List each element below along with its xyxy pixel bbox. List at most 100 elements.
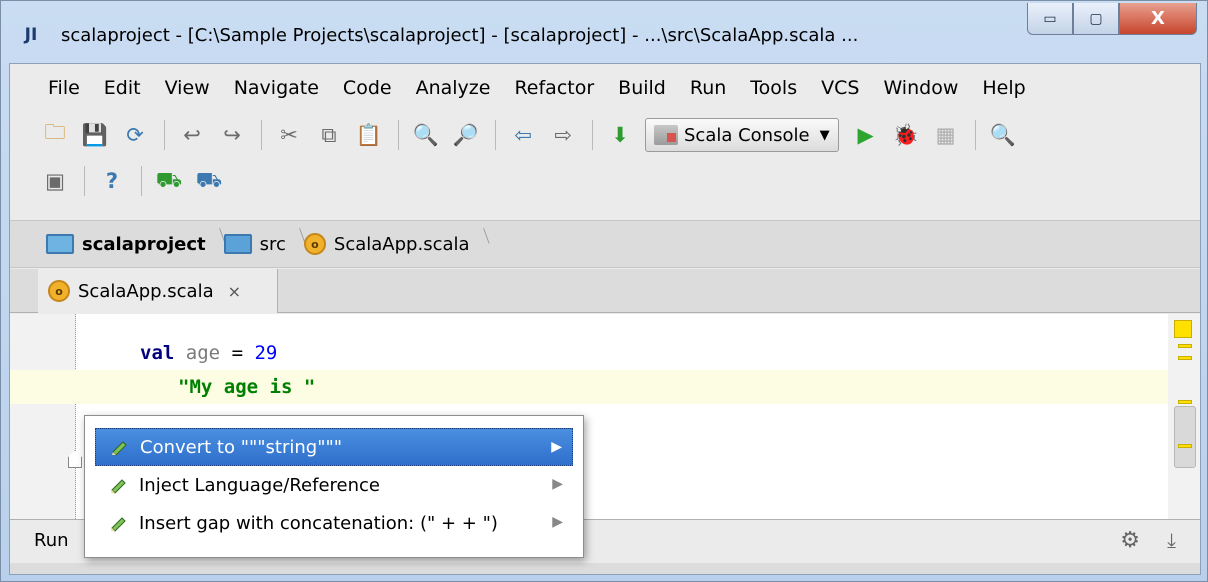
search-everywhere-icon[interactable]: 🔍	[988, 120, 1018, 150]
menu-view[interactable]: View	[165, 77, 210, 99]
close-button[interactable]: X	[1119, 3, 1197, 35]
intention-insert-gap[interactable]: Insert gap with concatenation: (" + + ")…	[95, 504, 573, 542]
menu-help[interactable]: Help	[982, 77, 1025, 99]
debug-icon[interactable]: 🐞	[891, 120, 921, 150]
run-configuration-dropdown[interactable]: Scala Console ▼	[645, 118, 839, 152]
menu-window[interactable]: Window	[883, 77, 958, 99]
tab-scalaapp[interactable]: o ScalaApp.scala ×	[38, 269, 278, 313]
breadcrumb-project[interactable]: scalaproject	[46, 220, 224, 268]
menu-edit[interactable]: Edit	[104, 77, 141, 99]
scala-object-icon: o	[48, 280, 70, 302]
scala-console-icon	[654, 125, 678, 145]
chevron-down-icon: ▼	[819, 127, 830, 143]
maximize-button[interactable]: ▢	[1073, 3, 1119, 35]
status-bar	[10, 563, 1200, 574]
toolbar-separator	[495, 120, 496, 150]
help-icon[interactable]: ?	[97, 166, 127, 196]
editor-gutter[interactable]	[10, 314, 76, 519]
back-icon[interactable]: ⇦	[508, 120, 538, 150]
scala-object-icon: o	[303, 233, 326, 255]
warning-mark[interactable]	[1178, 400, 1192, 404]
breadcrumb-file-label: ScalaApp.scala	[333, 233, 470, 255]
menu-bar: File Edit View Navigate Code Analyze Ref…	[10, 64, 1200, 112]
scrollbar-thumb[interactable]	[1174, 406, 1196, 468]
run-tool-window-tab[interactable]: Run	[34, 530, 69, 551]
cut-icon[interactable]: ✂	[274, 120, 304, 150]
copy-icon[interactable]: ⧉	[314, 120, 344, 150]
hide-panel-icon[interactable]: ⤓	[1167, 528, 1176, 552]
intention-bulb-icon	[109, 475, 129, 495]
breadcrumb: scalaproject src o ScalaApp.scala	[10, 220, 1200, 268]
warning-indicator-icon[interactable]	[1174, 320, 1192, 338]
warning-mark[interactable]	[1178, 356, 1192, 360]
submenu-arrow-icon: ▶	[552, 514, 563, 530]
main-toolbar: 🗀 💾 ⟳ ↩ ↪ ✂ ⧉ 📋 🔍 🔎 ⇦ ⇨ ⬇ Scala Console …	[10, 112, 1200, 158]
sync-icon[interactable]: ⟳	[120, 120, 150, 150]
menu-analyze[interactable]: Analyze	[416, 77, 491, 99]
replace-icon[interactable]: 🔎	[451, 120, 481, 150]
submenu-arrow-icon: ▶	[551, 439, 562, 455]
menu-file[interactable]: File	[48, 77, 80, 99]
toolbar-separator	[84, 166, 85, 196]
menu-run[interactable]: Run	[690, 77, 726, 99]
menu-build[interactable]: Build	[618, 77, 666, 99]
code-line-current[interactable]: "My age is "	[10, 370, 1168, 404]
menu-tools[interactable]: Tools	[750, 77, 797, 99]
undo-icon[interactable]: ↩	[177, 120, 207, 150]
menu-refactor[interactable]: Refactor	[514, 77, 594, 99]
toolbar-separator	[261, 120, 262, 150]
gear-icon[interactable]: ⚙	[1120, 528, 1140, 553]
intention-convert-to-multiline-string[interactable]: Convert to """string""" ▶	[95, 428, 573, 466]
folder-icon	[223, 234, 252, 254]
intention-bulb-icon	[109, 513, 129, 533]
code-line[interactable]: val age = 29	[76, 336, 1166, 370]
number-token: 29	[254, 342, 278, 364]
tab-label: ScalaApp.scala	[78, 280, 214, 302]
window-title: scalaproject - [C:\Sample Projects\scala…	[61, 25, 859, 46]
menu-code[interactable]: Code	[343, 77, 392, 99]
toolbar-separator	[974, 120, 976, 150]
save-icon[interactable]: 💾	[80, 120, 110, 150]
breadcrumb-src[interactable]: src	[223, 220, 304, 268]
intention-inject-language[interactable]: Inject Language/Reference ▶	[95, 466, 573, 504]
identifier-token: age	[185, 342, 221, 364]
intention-actions-popup: Convert to """string""" ▶ Inject Languag…	[84, 415, 584, 558]
title-bar[interactable]: JI scalaproject - [C:\Sample Projects\sc…	[1, 1, 1207, 63]
toolbar-separator	[141, 166, 142, 196]
submenu-arrow-icon: ▶	[552, 476, 563, 492]
find-icon[interactable]: 🔍	[411, 120, 441, 150]
intellij-logo-icon: JI	[24, 25, 38, 45]
sdk-update-icon[interactable]: ⛟	[194, 166, 224, 196]
warning-mark[interactable]	[1178, 444, 1192, 448]
breadcrumb-file[interactable]: o ScalaApp.scala	[303, 220, 488, 268]
breadcrumb-src-label: src	[259, 233, 286, 255]
editor-tab-strip: o ScalaApp.scala ×	[10, 269, 1200, 313]
string-token: "My age is "	[178, 376, 316, 398]
run-icon[interactable]: ▶	[851, 120, 881, 150]
project-structure-icon[interactable]: ▣	[40, 166, 70, 196]
menu-vcs[interactable]: VCS	[821, 77, 859, 99]
redo-icon[interactable]: ↪	[217, 120, 247, 150]
minimize-button[interactable]: ▭	[1027, 3, 1073, 35]
intention-bulb-icon	[110, 437, 130, 457]
secondary-toolbar: ▣ ? ⛟ ⛟	[10, 158, 1200, 204]
open-folder-icon[interactable]: 🗀	[40, 120, 70, 150]
sdk-manager-icon[interactable]: ⛟	[154, 166, 184, 196]
window-controls: ▭ ▢ X	[1027, 3, 1197, 35]
run-configuration-label: Scala Console	[684, 124, 810, 146]
keyword-token: val	[140, 342, 175, 364]
make-project-icon[interactable]: ⬇	[605, 120, 635, 150]
close-tab-icon[interactable]: ×	[228, 282, 241, 301]
paste-icon[interactable]: 📋	[354, 120, 384, 150]
operator-token: =	[231, 342, 244, 364]
forward-icon[interactable]: ⇨	[548, 120, 578, 150]
intention-label: Inject Language/Reference	[139, 474, 381, 496]
coverage-icon[interactable]: ▦	[931, 120, 961, 150]
menu-navigate[interactable]: Navigate	[234, 77, 319, 99]
warning-mark[interactable]	[1178, 344, 1192, 348]
intention-label: Convert to """string"""	[140, 436, 343, 458]
intention-label: Insert gap with concatenation: (" + + ")	[139, 512, 498, 534]
toolbar-separator	[164, 120, 165, 150]
toolbar-separator	[592, 120, 593, 150]
error-stripe[interactable]	[1168, 314, 1200, 519]
